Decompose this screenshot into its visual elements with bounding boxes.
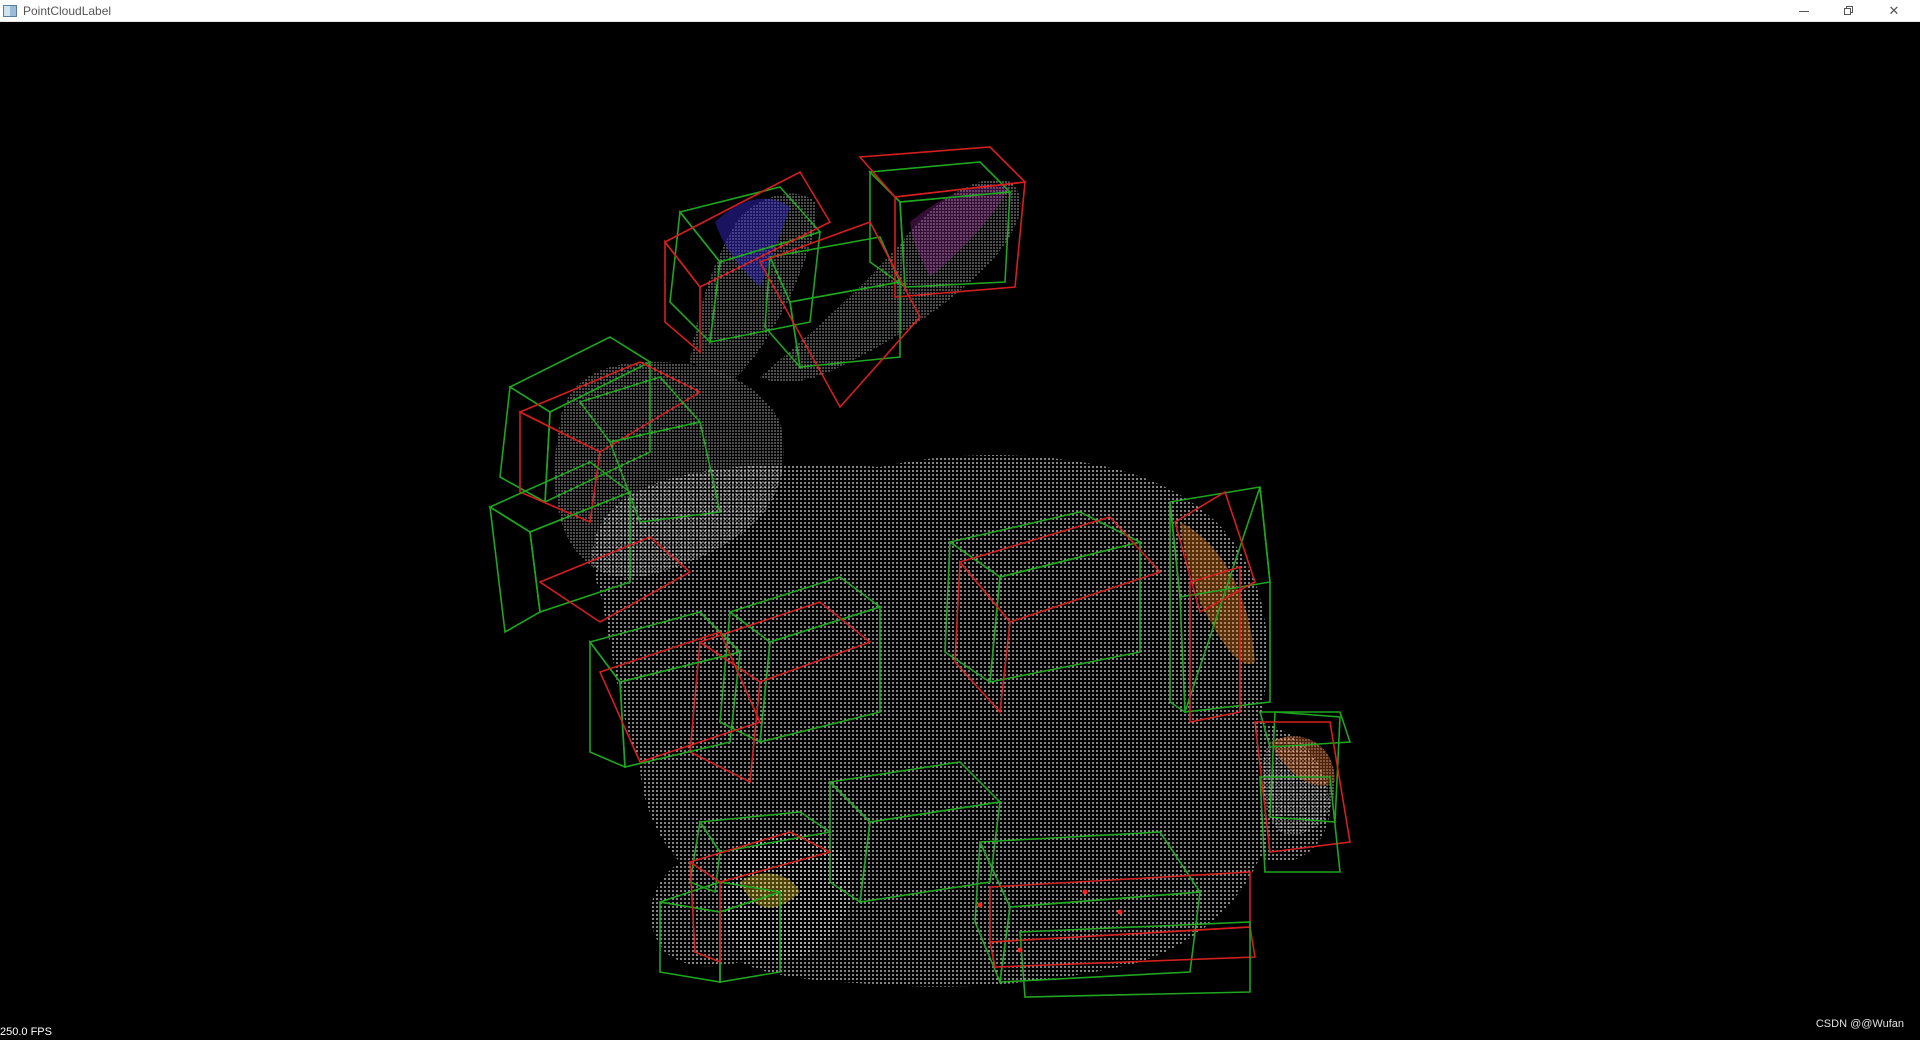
window-title: PointCloudLabel bbox=[23, 3, 112, 18]
app-icon bbox=[3, 4, 17, 17]
application-window: PointCloudLabel ✕ 250.0 FPS CSDN @@Wufan bbox=[0, 0, 1920, 1040]
restore-icon bbox=[1844, 6, 1854, 16]
close-button[interactable]: ✕ bbox=[1871, 0, 1917, 22]
point-cloud-scene[interactable] bbox=[0, 22, 1920, 1040]
watermark-label: CSDN @@Wufan bbox=[1815, 1018, 1904, 1030]
fps-counter: 250.0 FPS bbox=[0, 1026, 52, 1038]
point-cloud-viewport[interactable]: 250.0 FPS CSDN @@Wufan bbox=[0, 22, 1920, 1040]
minimize-button[interactable] bbox=[1781, 0, 1827, 22]
title-bar[interactable]: PointCloudLabel ✕ bbox=[0, 0, 1920, 22]
bunny-point-cloud bbox=[554, 179, 1335, 987]
restore-button[interactable] bbox=[1826, 0, 1872, 22]
minimize-icon bbox=[1799, 10, 1809, 12]
close-icon: ✕ bbox=[1888, 3, 1900, 19]
